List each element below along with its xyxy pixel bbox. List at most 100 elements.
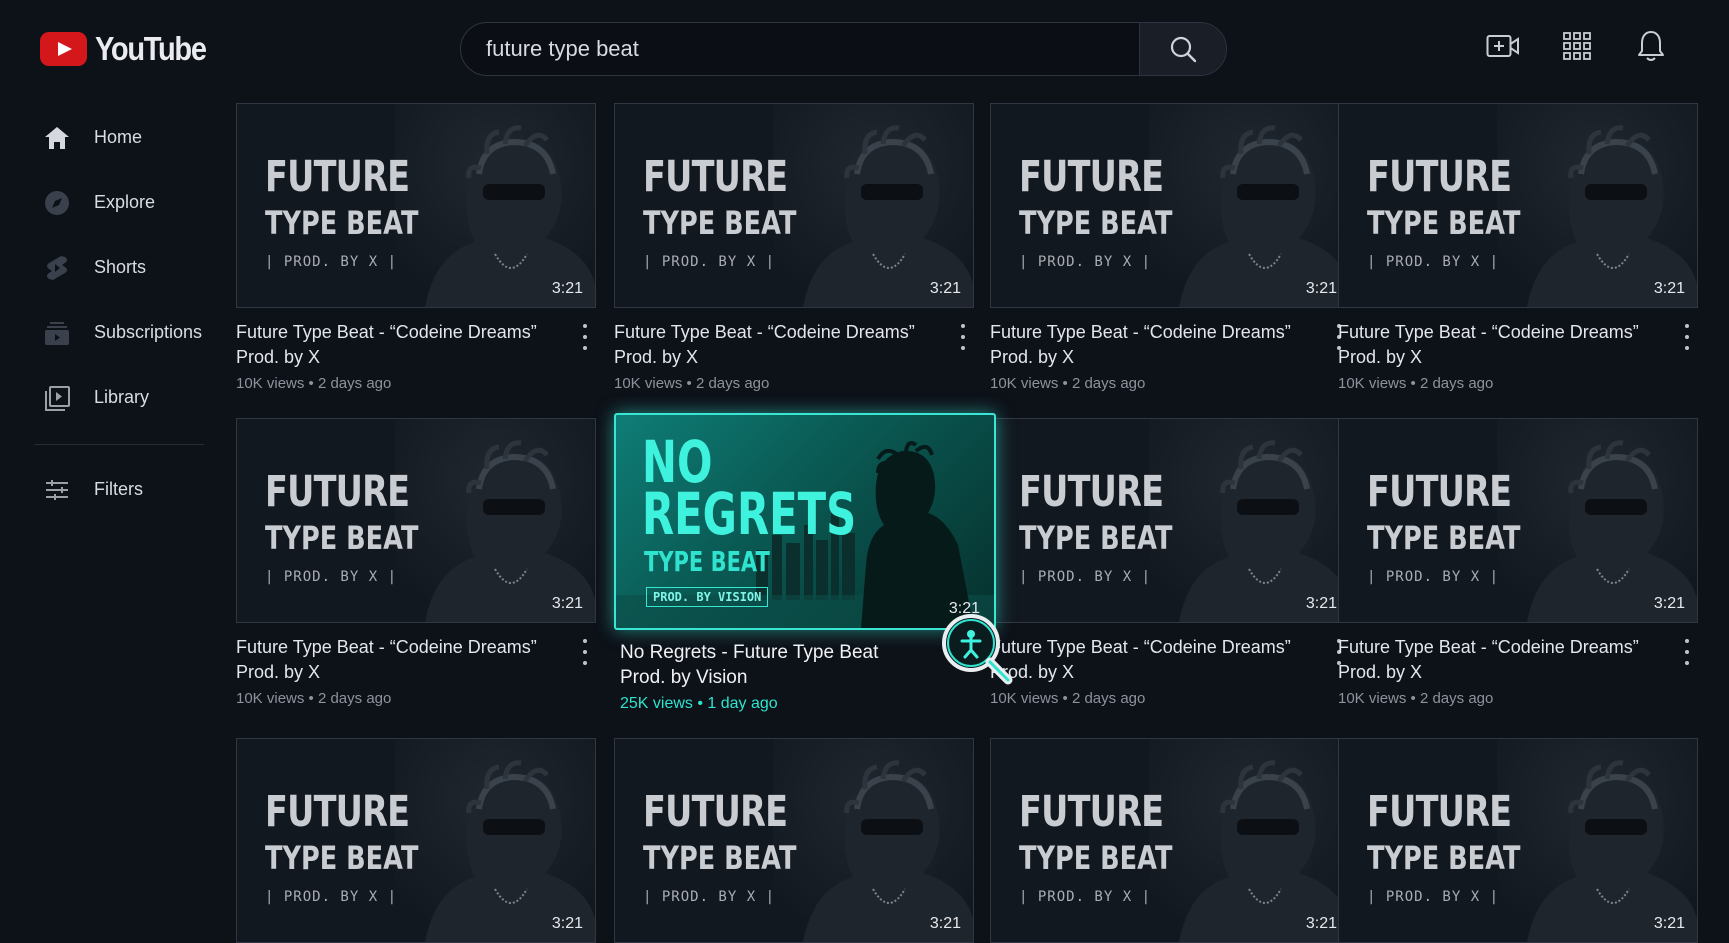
search-input[interactable] xyxy=(461,23,1139,75)
video-title[interactable]: Future Type Beat - “Codeine Dreams” Prod… xyxy=(1338,320,1666,370)
video-duration: 3:21 xyxy=(551,595,583,612)
thumb-subtitle-line: TYPE BEAT xyxy=(265,204,419,242)
featured-video-title[interactable]: No Regrets - Future Type Beat Prod. by V… xyxy=(620,640,890,690)
sidebar-item-home[interactable]: Home xyxy=(34,105,204,170)
thumb-producer-line: | PROD. BY X | xyxy=(1019,254,1152,270)
video-card[interactable]: FUTURE TYPE BEAT | PROD. BY X | 3:21 Fut… xyxy=(990,103,1350,392)
sliders-icon xyxy=(42,475,72,505)
video-card[interactable]: FUTURE TYPE BEAT | PROD. BY X | 3:21 xyxy=(990,738,1350,943)
artist-silhouette-image xyxy=(1497,739,1697,942)
video-stats: 10K views • 2 days ago xyxy=(1338,375,1494,392)
top-bar: YouTube xyxy=(0,0,1729,95)
video-thumbnail[interactable]: FUTURE TYPE BEAT | PROD. BY X | 3:21 xyxy=(236,738,596,943)
video-thumbnail[interactable]: FUTURE TYPE BEAT | PROD. BY X | 3:21 xyxy=(614,103,974,308)
video-card[interactable]: FUTURE TYPE BEAT | PROD. BY X | 3:21 Fut… xyxy=(236,418,596,707)
more-options-icon[interactable] xyxy=(582,324,588,350)
video-thumbnail[interactable]: FUTURE TYPE BEAT | PROD. BY X | 3:21 xyxy=(1338,738,1698,943)
video-card[interactable]: FUTURE TYPE BEAT | PROD. BY X | 3:21 Fut… xyxy=(236,103,596,392)
artist-silhouette-image xyxy=(773,104,973,307)
video-thumbnail[interactable]: FUTURE TYPE BEAT | PROD. BY X | 3:21 xyxy=(614,738,974,943)
artist-silhouette-image xyxy=(1149,419,1349,622)
thumb-title-line: FUTURE xyxy=(643,152,788,202)
video-duration: 3:21 xyxy=(551,280,583,297)
sidebar-item-shorts[interactable]: Shorts xyxy=(34,235,204,300)
search-bar xyxy=(460,22,1227,76)
thumb-producer-line: | PROD. BY X | xyxy=(643,254,776,270)
thumb-title-line: FUTURE xyxy=(265,152,410,202)
notifications-button[interactable] xyxy=(1633,28,1669,64)
thumb-subtitle-line: TYPE BEAT xyxy=(1019,204,1173,242)
artist-silhouette-image xyxy=(395,104,595,307)
apps-button[interactable] xyxy=(1559,28,1595,64)
video-card[interactable]: FUTURE TYPE BEAT | PROD. BY X | 3:21 xyxy=(236,738,596,943)
logo-text: YouTube xyxy=(95,30,207,67)
create-video-button[interactable] xyxy=(1485,28,1521,64)
featured-video-card[interactable]: NO REGRETS TYPE BEAT PROD. BY VISION 3:2… xyxy=(614,413,996,713)
video-stats: 10K views • 2 days ago xyxy=(236,690,392,707)
thumb-subtitle-line: TYPE BEAT xyxy=(1367,204,1521,242)
artist-silhouette-image xyxy=(1497,419,1697,622)
video-title[interactable]: Future Type Beat - “Codeine Dreams” Prod… xyxy=(1338,635,1666,685)
sidebar-item-explore[interactable]: Explore xyxy=(34,170,204,235)
video-stats: 10K views • 2 days ago xyxy=(614,375,770,392)
featured-thumb-producer: PROD. BY VISION xyxy=(646,587,769,607)
video-thumbnail[interactable]: FUTURE TYPE BEAT | PROD. BY X | 3:21 xyxy=(990,103,1350,308)
more-options-icon[interactable] xyxy=(1684,639,1690,665)
video-thumbnail[interactable]: FUTURE TYPE BEAT | PROD. BY X | 3:21 xyxy=(236,418,596,623)
thumb-subtitle-line: TYPE BEAT xyxy=(265,839,419,877)
video-duration: 3:21 xyxy=(1653,280,1685,297)
sidebar-item-subscriptions[interactable]: Subscriptions xyxy=(34,300,204,365)
thumb-title-line: FUTURE xyxy=(1367,787,1512,837)
featured-video-stats: 25K views • 1 day ago xyxy=(620,695,778,712)
video-card[interactable]: FUTURE TYPE BEAT | PROD. BY X | 3:21 xyxy=(1338,738,1698,943)
thumb-title-line: FUTURE xyxy=(1367,152,1512,202)
sidebar-item-library[interactable]: Library xyxy=(34,365,204,430)
youtube-logo[interactable]: YouTube xyxy=(40,30,221,68)
video-stats: 10K views • 2 days ago xyxy=(236,375,392,392)
video-title[interactable]: Future Type Beat - “Codeine Dreams” Prod… xyxy=(990,320,1318,370)
video-duration: 3:21 xyxy=(1305,280,1337,297)
video-title[interactable]: Future Type Beat - “Codeine Dreams” Prod… xyxy=(236,320,564,370)
video-card[interactable]: FUTURE TYPE BEAT | PROD. BY X | 3:21 Fut… xyxy=(1338,418,1698,707)
thumb-producer-line: | PROD. BY X | xyxy=(1019,889,1152,905)
thumb-subtitle-line: TYPE BEAT xyxy=(1367,519,1521,557)
video-card[interactable]: FUTURE TYPE BEAT | PROD. BY X | 3:21 Fut… xyxy=(1338,103,1698,392)
video-card[interactable]: FUTURE TYPE BEAT | PROD. BY X | 3:21 Fut… xyxy=(990,418,1350,707)
video-thumbnail[interactable]: FUTURE TYPE BEAT | PROD. BY X | 3:21 xyxy=(1338,103,1698,308)
shorts-icon xyxy=(42,253,72,283)
video-thumbnail[interactable]: FUTURE TYPE BEAT | PROD. BY X | 3:21 xyxy=(990,738,1350,943)
thumb-title-line: FUTURE xyxy=(1019,467,1164,517)
video-title[interactable]: Future Type Beat - “Codeine Dreams” Prod… xyxy=(236,635,564,685)
more-options-icon[interactable] xyxy=(582,639,588,665)
video-title[interactable]: Future Type Beat - “Codeine Dreams” Prod… xyxy=(614,320,942,370)
video-card[interactable]: FUTURE TYPE BEAT | PROD. BY X | 3:21 Fut… xyxy=(614,103,974,392)
video-stats: 10K views • 2 days ago xyxy=(1338,690,1494,707)
sidebar-item-label: Home xyxy=(94,127,143,147)
thumb-subtitle-line: TYPE BEAT xyxy=(1019,519,1173,557)
featured-video-thumbnail[interactable]: NO REGRETS TYPE BEAT PROD. BY VISION 3:2… xyxy=(614,413,996,630)
thumb-title-line: FUTURE xyxy=(1019,787,1164,837)
video-thumbnail[interactable]: FUTURE TYPE BEAT | PROD. BY X | 3:21 xyxy=(236,103,596,308)
artist-silhouette-image xyxy=(1497,104,1697,307)
thumb-producer-line: | PROD. BY X | xyxy=(1367,889,1500,905)
artist-silhouette-image xyxy=(395,739,595,942)
video-stats: 10K views • 2 days ago xyxy=(990,690,1146,707)
thumb-title-line: FUTURE xyxy=(1367,467,1512,517)
video-duration: 3:21 xyxy=(1653,915,1685,932)
video-thumbnail[interactable]: FUTURE TYPE BEAT | PROD. BY X | 3:21 xyxy=(1338,418,1698,623)
thumb-subtitle-line: TYPE BEAT xyxy=(265,519,419,557)
sidebar-item-filters[interactable]: Filters xyxy=(34,457,204,522)
more-options-icon[interactable] xyxy=(960,324,966,350)
video-thumbnail[interactable]: FUTURE TYPE BEAT | PROD. BY X | 3:21 xyxy=(990,418,1350,623)
search-button[interactable] xyxy=(1139,23,1226,75)
create-video-icon xyxy=(1486,35,1519,57)
subscriptions-icon xyxy=(42,318,72,348)
video-card[interactable]: FUTURE TYPE BEAT | PROD. BY X | 3:21 xyxy=(614,738,974,943)
video-stats: 10K views • 2 days ago xyxy=(990,375,1146,392)
video-duration: 3:21 xyxy=(551,915,583,932)
apps-grid-icon xyxy=(1563,32,1591,60)
video-title[interactable]: Future Type Beat - “Codeine Dreams” Prod… xyxy=(990,635,1318,685)
more-options-icon[interactable] xyxy=(1684,324,1690,350)
thumb-producer-line: | PROD. BY X | xyxy=(265,889,398,905)
youtube-play-icon xyxy=(40,32,87,66)
